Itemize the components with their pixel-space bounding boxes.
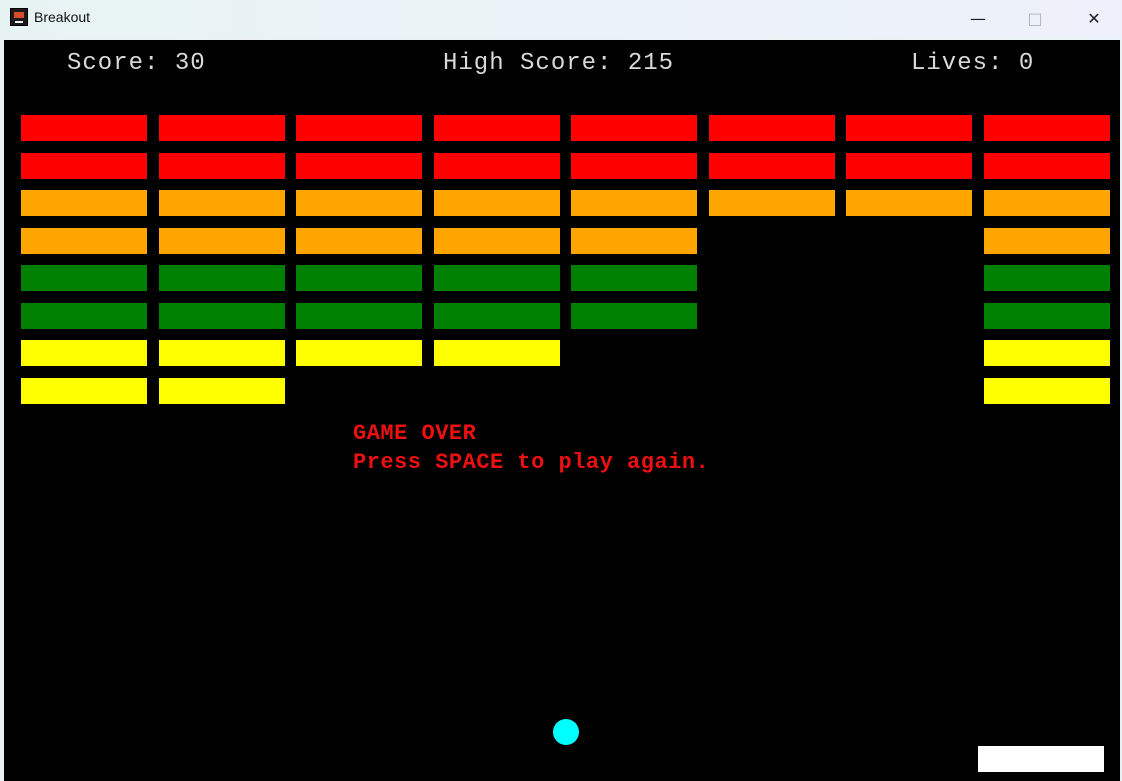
high-score-label: High Score: 215 [443, 50, 675, 77]
brick-orange [434, 190, 560, 216]
brick-yellow [159, 378, 285, 404]
play-again-prompt: Press SPACE to play again. [353, 450, 710, 475]
brick-orange [984, 190, 1110, 216]
brick-green [984, 303, 1110, 329]
brick-red [709, 115, 835, 141]
brick-orange [984, 228, 1110, 254]
brick-green [159, 303, 285, 329]
brick-orange [21, 228, 147, 254]
brick-orange [709, 190, 835, 216]
game-over-text: GAME OVER [353, 421, 477, 446]
minimize-button[interactable]: — [950, 0, 1006, 37]
brick-red [296, 153, 422, 179]
brick-green [21, 265, 147, 291]
brick-red [434, 153, 560, 179]
brick-green [159, 265, 285, 291]
title-bar[interactable]: Breakout — □ ✕ [0, 0, 1122, 37]
brick-red [21, 153, 147, 179]
brick-red [846, 115, 972, 141]
brick-yellow [21, 378, 147, 404]
game-window: Breakout — □ ✕ Score: 30 High Score: 215… [0, 0, 1122, 781]
brick-yellow [21, 340, 147, 366]
brick-orange [21, 190, 147, 216]
brick-orange [296, 190, 422, 216]
brick-orange [159, 228, 285, 254]
brick-yellow [984, 340, 1110, 366]
brick-orange [571, 228, 697, 254]
brick-orange [846, 190, 972, 216]
lives-label: Lives: 0 [911, 50, 1035, 77]
brick-red [296, 115, 422, 141]
ball [553, 719, 579, 745]
brick-green [296, 265, 422, 291]
close-button[interactable]: ✕ [1066, 0, 1122, 37]
brick-orange [159, 190, 285, 216]
score-label: Score: 30 [67, 50, 206, 77]
brick-orange [296, 228, 422, 254]
brick-red [21, 115, 147, 141]
brick-red [159, 115, 285, 141]
brick-orange [434, 228, 560, 254]
paddle [978, 746, 1104, 772]
brick-yellow [296, 340, 422, 366]
brick-yellow [984, 378, 1110, 404]
brick-red [846, 153, 972, 179]
brick-green [21, 303, 147, 329]
brick-orange [571, 190, 697, 216]
brick-red [984, 153, 1110, 179]
brick-red [571, 153, 697, 179]
brick-red [571, 115, 697, 141]
brick-yellow [159, 340, 285, 366]
brick-green [984, 265, 1110, 291]
brick-green [434, 265, 560, 291]
brick-green [434, 303, 560, 329]
window-title: Breakout [34, 9, 91, 25]
brick-yellow [434, 340, 560, 366]
game-canvas[interactable]: Score: 30 High Score: 215 Lives: 0 GAME … [4, 40, 1120, 781]
brick-red [984, 115, 1110, 141]
brick-red [159, 153, 285, 179]
breakout-app-icon [10, 8, 28, 26]
brick-red [709, 153, 835, 179]
brick-green [296, 303, 422, 329]
brick-green [571, 265, 697, 291]
brick-red [434, 115, 560, 141]
maximize-button[interactable]: □ [1007, 0, 1063, 37]
brick-green [571, 303, 697, 329]
